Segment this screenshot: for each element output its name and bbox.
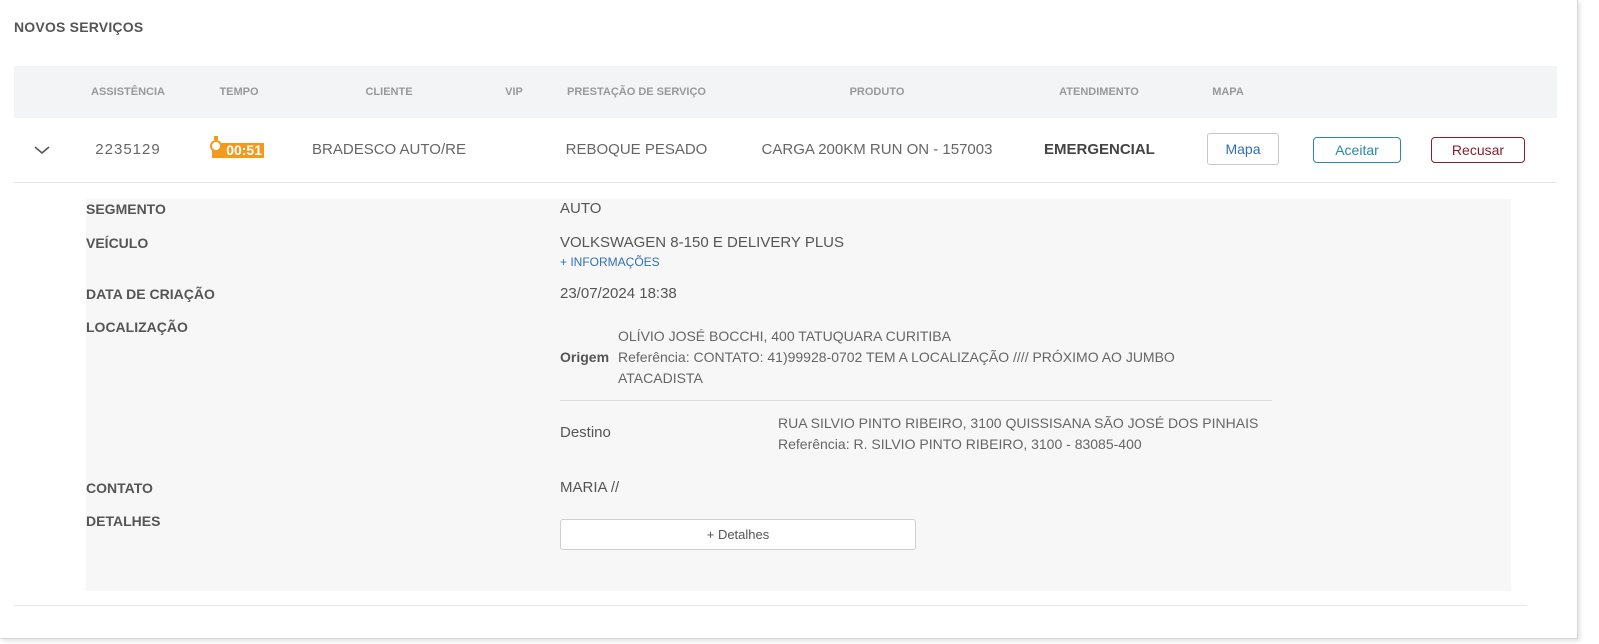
data-criacao-value: 23/07/2024 18:38	[560, 285, 677, 302]
table-header: ASSISTÊNCIA TEMPO CLIENTE VIP PRESTAÇÃO …	[14, 66, 1557, 119]
location-divider	[560, 400, 1272, 401]
contato-label: CONTATO	[86, 480, 153, 496]
segmento-label: SEGMENTO	[86, 201, 166, 217]
segmento-value: AUTO	[560, 200, 602, 217]
destino-label: Destino	[560, 424, 611, 441]
destino-address: RUA SILVIO PINTO RIBEIRO, 3100 QUISSISAN…	[778, 415, 1259, 431]
cell-assistencia: 2235129	[95, 141, 161, 158]
header-produto: PRODUTO	[849, 86, 905, 98]
localizacao-label: LOCALIZAÇÃO	[86, 319, 188, 335]
bottom-divider	[14, 605, 1527, 606]
header-atendimento: ATENDIMENTO	[1059, 86, 1139, 98]
header-vip: VIP	[505, 86, 523, 98]
accept-button[interactable]: Aceitar	[1313, 137, 1401, 163]
origem-reference-line1: Referência: CONTATO: 41)99928-0702 TEM A…	[618, 349, 1175, 365]
veiculo-label: VEÍCULO	[86, 235, 149, 251]
more-details-button[interactable]: + Detalhes	[560, 519, 916, 550]
more-info-link[interactable]: + INFORMAÇÕES	[560, 255, 660, 269]
origem-reference-line2: ATACADISTA	[618, 370, 703, 386]
table-row: 2235129 00:51 BRADESCO AUTO/RE REBOQUE P…	[14, 118, 1557, 183]
detalhes-label: DETALHES	[86, 513, 161, 529]
veiculo-value: VOLKSWAGEN 8-150 E DELIVERY PLUS	[560, 234, 845, 251]
stopwatch-icon: 00:51	[210, 136, 266, 160]
map-button[interactable]: Mapa	[1207, 133, 1279, 165]
contato-value: MARIA //	[560, 479, 620, 496]
origem-address: OLÍVIO JOSÉ BOCCHI, 400 TATUQUARA CURITI…	[618, 328, 951, 344]
cell-prestacao: REBOQUE PESADO	[565, 141, 708, 158]
origem-label: Origem	[560, 349, 610, 365]
header-assistencia: ASSISTÊNCIA	[91, 86, 165, 98]
chevron-down-icon[interactable]	[32, 140, 52, 160]
header-prestacao: PRESTAÇÃO DE SERVIÇO	[567, 86, 706, 98]
header-mapa: MAPA	[1212, 86, 1244, 98]
header-tempo: TEMPO	[219, 86, 259, 98]
header-cliente: CLIENTE	[365, 86, 413, 98]
panel-title: NOVOS SERVIÇOS	[14, 19, 144, 35]
cell-cliente: BRADESCO AUTO/RE	[312, 141, 466, 158]
cell-vip	[494, 118, 534, 182]
reject-button[interactable]: Recusar	[1431, 137, 1525, 163]
destino-reference: Referência: R. SILVIO PINTO RIBEIRO, 310…	[778, 436, 1142, 452]
data-criacao-label: DATA DE CRIAÇÃO	[86, 286, 215, 302]
stopwatch-knob	[210, 140, 222, 152]
cell-produto: CARGA 200KM RUN ON - 157003	[761, 141, 993, 158]
new-services-panel: NOVOS SERVIÇOS ASSISTÊNCIA TEMPO CLIENTE…	[0, 0, 1578, 639]
cell-atendimento: EMERGENCIAL	[1044, 141, 1155, 158]
